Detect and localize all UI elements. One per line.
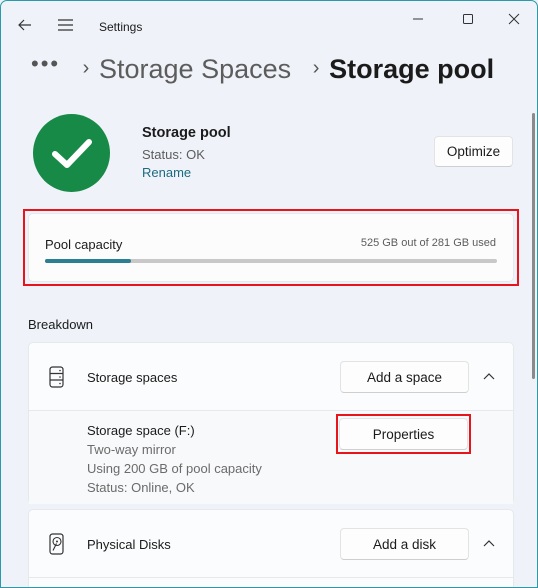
page-title: Storage pool <box>329 53 495 84</box>
status-ok-badge <box>33 114 110 192</box>
pool-capacity-card: Pool capacity 525 GB out of 281 GB used <box>28 213 514 282</box>
breadcrumb-storage-spaces[interactable]: Storage Spaces <box>99 54 291 85</box>
chevron-up-icon[interactable] <box>479 367 499 387</box>
pool-capacity-bar <box>45 259 497 263</box>
rename-link[interactable]: Rename <box>142 165 191 180</box>
storage-spaces-title: Storage spaces <box>87 370 178 385</box>
window-title: Settings <box>99 20 143 34</box>
close-icon <box>508 13 520 25</box>
optimize-button[interactable]: Optimize <box>434 136 513 167</box>
storage-space-status: Status: Online, OK <box>87 480 195 495</box>
breadcrumb: ••• › Storage Spaces › Storage pool <box>31 49 494 89</box>
pool-capacity-label: Pool capacity <box>45 237 123 252</box>
breakdown-heading: Breakdown <box>28 317 94 332</box>
add-space-button[interactable]: Add a space <box>340 361 469 393</box>
minimize-icon <box>413 18 423 20</box>
hamburger-icon <box>58 19 73 31</box>
back-button[interactable] <box>15 15 35 35</box>
physical-disks-card: Physical Disks Add a disk <box>28 509 514 587</box>
settings-window: Settings ••• › Storage Spaces › Storage … <box>0 0 538 588</box>
storage-space-usage: Using 200 GB of pool capacity <box>87 461 262 476</box>
chevron-up-icon[interactable] <box>479 534 499 554</box>
physical-disks-header[interactable]: Physical Disks Add a disk <box>29 510 513 577</box>
close-button[interactable] <box>499 9 529 29</box>
chevron-right-icon: › <box>312 56 320 79</box>
pool-capacity-fill <box>45 259 131 263</box>
divider <box>29 577 513 578</box>
minimize-button[interactable] <box>403 9 433 29</box>
add-disk-button[interactable]: Add a disk <box>340 528 469 560</box>
maximize-icon <box>463 14 473 24</box>
chevron-right-icon: › <box>82 56 90 79</box>
back-arrow-icon <box>18 19 31 31</box>
title-bar: Settings <box>1 1 537 49</box>
storage-spaces-header[interactable]: Storage spaces Add a space <box>29 343 513 410</box>
maximize-button[interactable] <box>453 9 483 29</box>
storage-space-name: Storage space (F:) <box>87 423 195 438</box>
storage-server-icon <box>49 366 64 388</box>
storage-space-resiliency: Two-way mirror <box>87 442 176 457</box>
checkmark-icon <box>52 139 92 168</box>
physical-disks-title: Physical Disks <box>87 537 171 552</box>
properties-button[interactable]: Properties <box>339 418 468 450</box>
breadcrumb-more-button[interactable]: ••• <box>31 51 73 77</box>
pool-name: Storage pool <box>142 125 231 141</box>
pool-capacity-used: 525 GB out of 281 GB used <box>360 237 496 249</box>
pool-status: Status: OK <box>142 147 205 162</box>
navigation-menu-button[interactable] <box>56 16 76 34</box>
vertical-scrollbar[interactable] <box>532 113 535 379</box>
hard-disk-icon <box>49 533 64 555</box>
